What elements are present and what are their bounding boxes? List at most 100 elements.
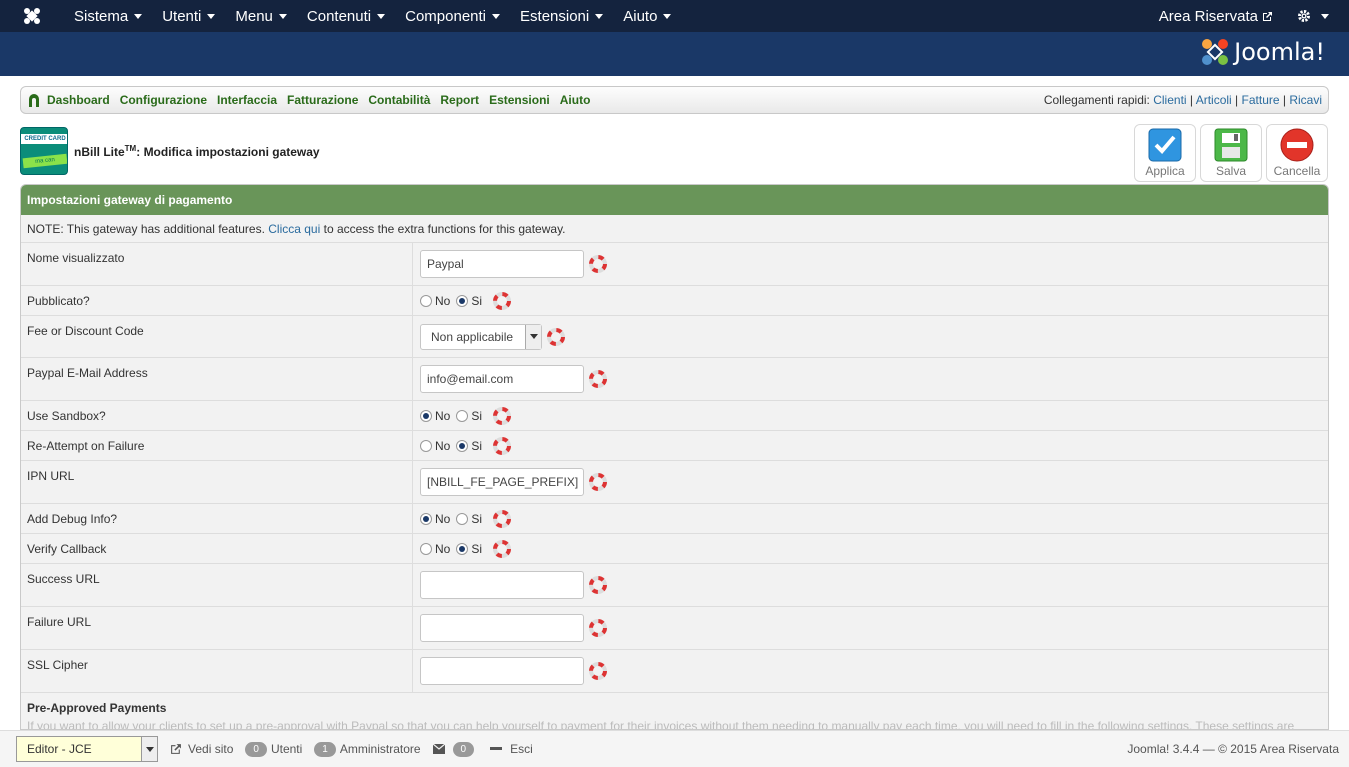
verify-no-radio[interactable]: No <box>420 542 450 556</box>
label-published: Pubblicato? <box>21 286 413 315</box>
menu-sistema[interactable]: Sistema <box>64 0 152 32</box>
help-icon[interactable] <box>589 619 607 637</box>
menu-estensioni[interactable]: Estensioni <box>510 0 613 32</box>
joomla-logo-icon <box>1202 39 1229 65</box>
top-navbar: Sistema Utenti Menu Contenuti Componenti… <box>0 0 1349 32</box>
row-fee: Fee or Discount Code Non applicabile <box>21 316 1328 358</box>
quick-link-ricavi[interactable]: Ricavi <box>1289 93 1322 107</box>
select-arrow-icon <box>525 324 542 349</box>
caret-down-icon <box>595 13 604 19</box>
row-published: Pubblicato? No Si <box>21 286 1328 316</box>
ipn-url-input[interactable]: [NBILL_FE_PAGE_PREFIX] <box>420 468 584 496</box>
save-button[interactable]: Salva <box>1200 124 1262 182</box>
debug-yes-radio[interactable]: Si <box>456 512 482 526</box>
success-url-input[interactable] <box>420 571 584 599</box>
envelope-icon <box>432 744 445 754</box>
status-bar: Editor - JCE Vedi sito 0 Utenti 1 Ammini… <box>0 730 1349 767</box>
debug-no-radio[interactable]: No <box>420 512 450 526</box>
admin-header: Joomla! <box>0 32 1349 76</box>
help-icon[interactable] <box>493 406 512 425</box>
quick-link-fatture[interactable]: Fatture <box>1242 93 1280 107</box>
paypal-email-input[interactable]: info@email.com <box>420 365 584 393</box>
help-icon[interactable] <box>493 539 512 558</box>
checkmark-icon <box>1148 128 1182 162</box>
help-icon[interactable] <box>493 436 512 455</box>
row-ssl-cipher: SSL Cipher <box>21 650 1328 693</box>
label-paypal-email: Paypal E-Mail Address <box>21 358 413 400</box>
joomla-menu-icon[interactable] <box>0 7 64 25</box>
help-icon[interactable] <box>589 255 607 273</box>
page-title: nBill LiteTM: Modifica impostazioni gate… <box>74 144 320 159</box>
apply-button[interactable]: Applica <box>1134 124 1196 182</box>
help-icon[interactable] <box>589 370 607 388</box>
verify-yes-radio[interactable]: Si <box>456 542 482 556</box>
row-reattempt: Re-Attempt on Failure No Si <box>21 431 1328 461</box>
failure-url-input[interactable] <box>420 614 584 642</box>
version-info: Joomla! 3.4.4 — © 2015 Area Riservata <box>1127 742 1339 756</box>
main-menu: Sistema Utenti Menu Contenuti Componenti… <box>64 0 681 32</box>
menu-aiuto[interactable]: Aiuto <box>613 0 681 32</box>
row-paypal-email: Paypal E-Mail Address info@email.com <box>21 358 1328 401</box>
menu-menu[interactable]: Menu <box>225 0 297 32</box>
form-note: NOTE: This gateway has additional featur… <box>21 215 1328 243</box>
row-ipn-url: IPN URL [NBILL_FE_PAGE_PREFIX] <box>21 461 1328 504</box>
reattempt-no-radio[interactable]: No <box>420 439 450 453</box>
menu-contenuti[interactable]: Contenuti <box>297 0 395 32</box>
nbill-home-icon[interactable] <box>27 93 41 107</box>
sandbox-yes-radio[interactable]: Si <box>456 409 482 423</box>
label-display-name: Nome visualizzato <box>21 243 413 285</box>
nbill-menu-estensioni[interactable]: Estensioni <box>489 93 550 107</box>
label-fee: Fee or Discount Code <box>21 316 413 357</box>
nbill-menu-report[interactable]: Report <box>440 93 479 107</box>
view-site-link[interactable]: Vedi sito <box>170 742 233 756</box>
published-no-radio[interactable]: No <box>420 294 450 308</box>
menu-componenti[interactable]: Componenti <box>395 0 510 32</box>
stop-icon <box>1280 128 1314 162</box>
nbill-menu-interfaccia[interactable]: Interfaccia <box>217 93 277 107</box>
extra-functions-link[interactable]: Clicca qui <box>268 222 320 236</box>
help-icon[interactable] <box>547 327 566 346</box>
help-icon[interactable] <box>493 291 512 310</box>
published-yes-radio[interactable]: Si <box>456 294 482 308</box>
quick-link-articoli[interactable]: Articoli <box>1196 93 1232 107</box>
credit-card-icon: CREDIT CARD ma can <box>20 127 68 175</box>
caret-down-icon <box>134 13 143 19</box>
editor-select[interactable]: Editor - JCE <box>16 736 158 762</box>
label-reattempt: Re-Attempt on Failure <box>21 431 413 460</box>
sandbox-no-radio[interactable]: No <box>420 409 450 423</box>
caret-down-icon <box>492 13 501 19</box>
gear-icon <box>1298 10 1310 22</box>
minus-icon <box>490 747 503 750</box>
area-riservata-link[interactable]: Area Riservata <box>1145 8 1287 25</box>
label-ipn-url: IPN URL <box>21 461 413 503</box>
messages[interactable]: 0 <box>432 741 479 757</box>
caret-down-icon <box>207 13 216 19</box>
ssl-cipher-input[interactable] <box>420 657 584 685</box>
help-icon[interactable] <box>589 662 607 680</box>
quick-link-clienti[interactable]: Clienti <box>1153 93 1186 107</box>
help-icon[interactable] <box>589 473 607 491</box>
fee-select[interactable]: Non applicabile <box>420 323 543 350</box>
preapproved-section: Pre-Approved Payments If you want to all… <box>21 693 1328 729</box>
nbill-menu-aiuto[interactable]: Aiuto <box>560 93 591 107</box>
row-sandbox: Use Sandbox? No Si <box>21 401 1328 431</box>
nbill-menu-contabilita[interactable]: Contabilità <box>368 93 430 107</box>
row-display-name: Nome visualizzato Paypal <box>21 243 1328 286</box>
nbill-menu-fatturazione[interactable]: Fatturazione <box>287 93 358 107</box>
logout-link[interactable]: Esci <box>490 742 533 756</box>
help-icon[interactable] <box>589 576 607 594</box>
preapproved-title: Pre-Approved Payments <box>27 701 167 715</box>
display-name-input[interactable]: Paypal <box>420 250 584 278</box>
help-icon[interactable] <box>493 509 512 528</box>
topbar-right: Area Riservata <box>1145 0 1349 32</box>
nbill-menu-configurazione[interactable]: Configurazione <box>120 93 207 107</box>
messages-count-badge: 0 <box>452 741 475 757</box>
cancel-button[interactable]: Cancella <box>1266 124 1328 182</box>
label-ssl-cipher: SSL Cipher <box>21 650 413 692</box>
menu-utenti[interactable]: Utenti <box>152 0 225 32</box>
nbill-menu-dashboard[interactable]: Dashboard <box>47 93 110 107</box>
reattempt-yes-radio[interactable]: Si <box>456 439 482 453</box>
caret-down-icon <box>663 13 672 19</box>
nbill-menu-bar: Dashboard Configurazione Interfaccia Fat… <box>20 86 1329 114</box>
settings-dropdown[interactable] <box>1287 9 1349 23</box>
